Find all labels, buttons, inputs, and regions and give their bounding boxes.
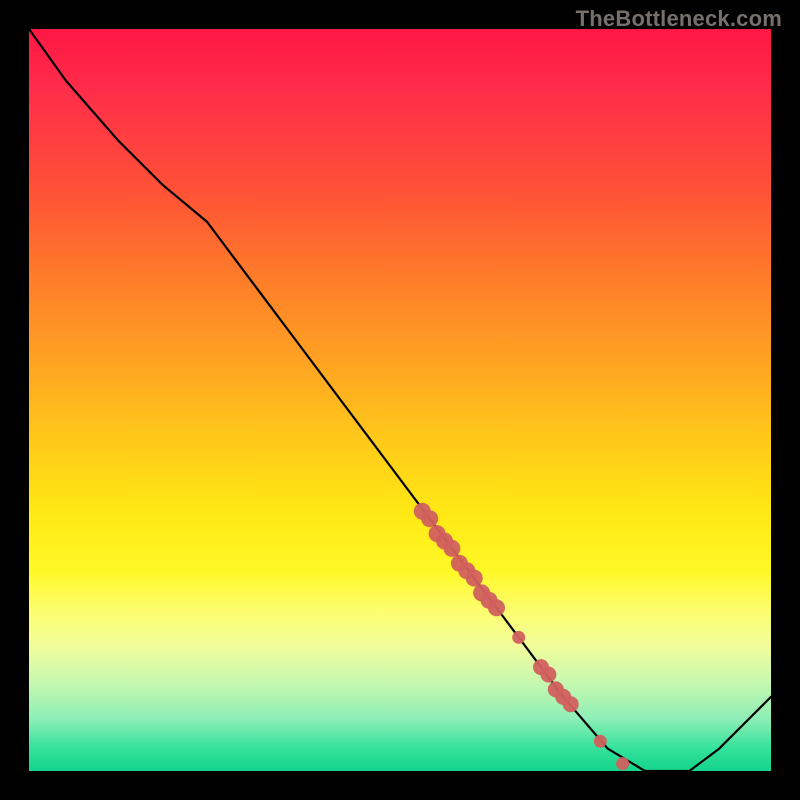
highlight-dot [594,735,607,748]
highlight-dot [512,631,525,644]
highlight-dot [488,599,505,616]
highlight-dot [443,540,460,557]
highlight-markers [414,503,629,770]
plot-area [29,29,771,771]
highlight-dot [466,570,483,587]
highlight-dot [616,757,629,770]
bottleneck-curve [29,29,771,771]
highlight-dot [421,510,438,527]
highlight-dot [563,696,579,712]
highlight-dot [540,667,556,683]
chart-container: TheBottleneck.com [0,0,800,800]
chart-svg [29,29,771,771]
